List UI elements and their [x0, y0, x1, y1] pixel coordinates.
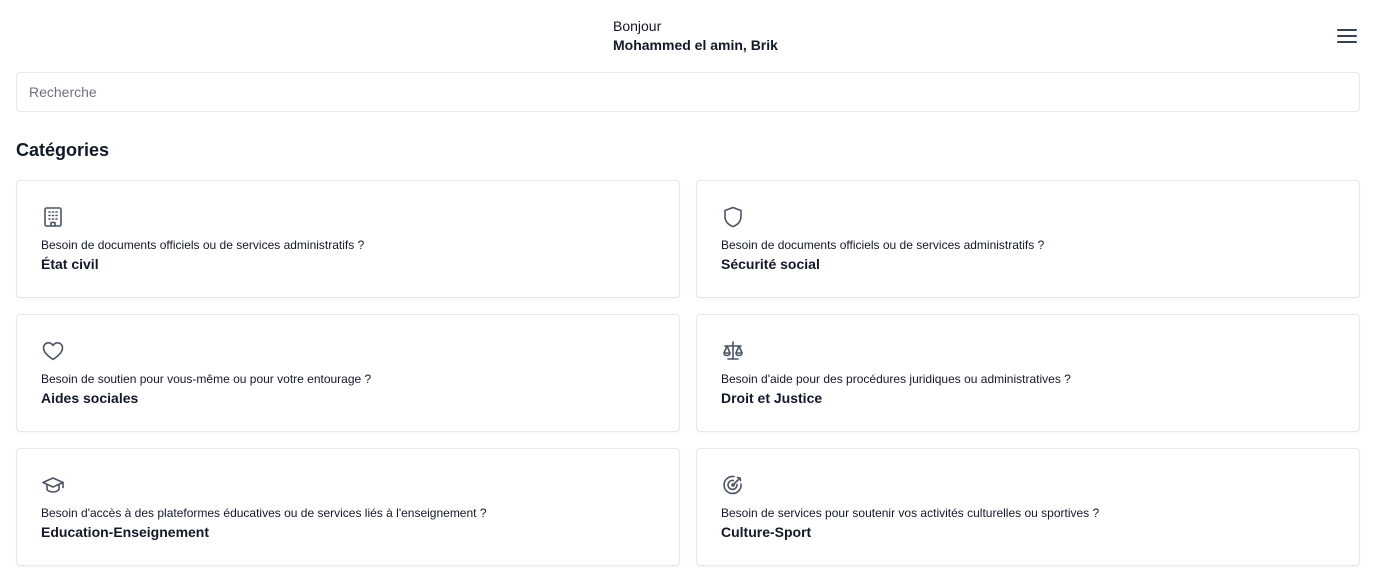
shield-icon	[721, 205, 745, 229]
categories-grid: Besoin de documents officiels ou de serv…	[16, 180, 1360, 566]
category-description: Besoin de documents officiels ou de serv…	[41, 238, 365, 252]
category-description: Besoin de soutien pour vous-même ou pour…	[41, 372, 372, 386]
category-description: Besoin d'aide pour des procédures juridi…	[721, 372, 1071, 386]
graduation-cap-icon	[41, 473, 65, 497]
category-card-droit-justice[interactable]: Besoin d'aide pour des procédures juridi…	[696, 314, 1360, 432]
header: Bonjour Mohammed el amin, Brik	[0, 0, 1376, 64]
category-label: Culture-Sport	[721, 524, 812, 540]
hamburger-menu-icon	[1337, 29, 1357, 43]
category-card-securite-social[interactable]: Besoin de documents officiels ou de serv…	[696, 180, 1360, 298]
target-icon	[721, 473, 745, 497]
category-description: Besoin d'accès à des plateformes éducati…	[41, 506, 487, 520]
building-icon	[41, 205, 65, 229]
search-input[interactable]	[16, 72, 1360, 112]
category-description: Besoin de documents officiels ou de serv…	[721, 238, 1045, 252]
category-card-etat-civil[interactable]: Besoin de documents officiels ou de serv…	[16, 180, 680, 298]
greeting-text: Bonjour	[613, 18, 662, 34]
greeting: Bonjour Mohammed el amin, Brik	[613, 17, 778, 55]
category-label: Droit et Justice	[721, 390, 823, 406]
category-label: État civil	[41, 256, 99, 272]
category-card-education[interactable]: Besoin d'accès à des plateformes éducati…	[16, 448, 680, 566]
categories-title: Catégories	[16, 140, 110, 160]
heart-icon	[41, 339, 65, 363]
category-description: Besoin de services pour soutenir vos act…	[721, 506, 1100, 520]
category-card-aides-sociales[interactable]: Besoin de soutien pour vous-même ou pour…	[16, 314, 680, 432]
menu-button[interactable]	[1334, 24, 1360, 48]
category-label: Sécurité social	[721, 256, 820, 272]
category-label: Education-Enseignement	[41, 524, 210, 540]
scale-icon	[721, 339, 745, 363]
user-name: Mohammed el amin, Brik	[613, 37, 778, 53]
category-card-culture-sport[interactable]: Besoin de services pour soutenir vos act…	[696, 448, 1360, 566]
category-label: Aides sociales	[41, 390, 139, 406]
